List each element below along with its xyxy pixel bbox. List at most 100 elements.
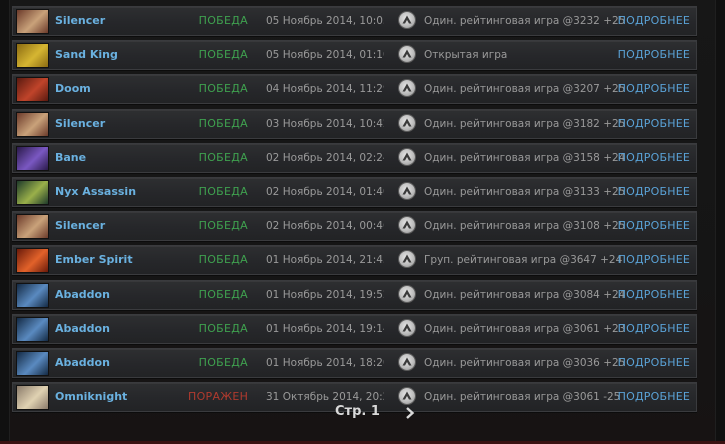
ember-spirit-portrait-icon xyxy=(16,248,49,274)
game-mode: Один. рейтинговая игра @3084 +24 xyxy=(424,288,626,301)
match-result: ПОБЕДА xyxy=(198,150,248,164)
details-link[interactable]: ПОДРОБНЕЕ xyxy=(618,281,690,309)
abaddon-portrait-icon xyxy=(16,350,49,376)
details-link[interactable]: ПОДРОБНЕЕ xyxy=(618,144,690,172)
details-link[interactable]: ПОДРОБНЕЕ xyxy=(618,246,690,274)
match-row[interactable]: Silencer ПОБЕДА 02 Ноябрь 2014, 00:46:3 Оди… xyxy=(12,211,697,242)
silencer-portrait-icon xyxy=(16,214,49,240)
match-result: ПОБЕДА xyxy=(198,116,248,130)
hero-name[interactable]: Silencer xyxy=(55,110,105,138)
game-mode-icon xyxy=(399,217,415,234)
hero-name[interactable]: Nyx Assassin xyxy=(55,178,136,206)
match-row[interactable]: Bane ПОБЕДА 02 Ноябрь 2014, 02:24:3 Один. р… xyxy=(12,142,697,173)
game-mode: Открытая игра xyxy=(424,49,508,62)
hero-name[interactable]: Omniknight xyxy=(55,383,127,411)
match-result: ПОБЕДА xyxy=(198,48,248,62)
silencer-portrait-icon xyxy=(16,111,49,137)
match-row[interactable]: Silencer ПОБЕДА 03 Ноябрь 2014, 10:42:3 Оди… xyxy=(12,108,697,139)
page-label: Стр. 1 xyxy=(335,404,380,419)
match-date: 05 Ноябрь 2014, 10:05:2 xyxy=(266,15,384,27)
match-date: 01 Ноябрь 2014, 19:52:4 xyxy=(266,288,384,301)
game-mode-icon xyxy=(399,182,415,199)
game-mode: Один. рейтинговая игра @3108 +25 xyxy=(424,220,626,233)
details-link[interactable]: ПОДРОБНЕЕ xyxy=(618,383,690,411)
doom-portrait-icon xyxy=(16,77,49,103)
match-row[interactable]: Doom ПОБЕДА 04 Ноябрь 2014, 11:29:3 Один. р… xyxy=(12,74,697,105)
match-date: 01 Ноябрь 2014, 19:14:5 xyxy=(266,322,384,335)
game-mode: Один. рейтинговая игра @3207 +25 xyxy=(424,83,626,96)
match-date: 05 Ноябрь 2014, 01:10:5 xyxy=(266,49,384,62)
match-row[interactable]: Nyx Assassin ПОБЕДА 02 Ноябрь 2014, 01:40:… xyxy=(12,176,697,207)
hero-name[interactable]: Silencer xyxy=(55,212,105,240)
hero-name[interactable]: Abaddon xyxy=(55,349,110,377)
abaddon-portrait-icon xyxy=(16,316,49,342)
sand-king-portrait-icon xyxy=(16,43,49,69)
hero-name[interactable]: Abaddon xyxy=(55,281,110,309)
match-row[interactable]: Abaddon ПОБЕДА 01 Ноябрь 2014, 19:52:4 Один… xyxy=(12,279,697,310)
game-mode-icon xyxy=(399,251,415,268)
game-mode-icon xyxy=(399,12,415,28)
match-result: ПОБЕДА xyxy=(198,321,248,335)
match-history-panel: Silencer ПОБЕДА 05 Ноябрь 2014, 10:05:2 Оди… xyxy=(0,0,725,444)
game-mode: Один. рейтинговая игра @3061 -25 xyxy=(424,391,621,404)
details-link[interactable]: ПОДРОБНЕЕ xyxy=(618,75,690,103)
match-result: ПОБЕДА xyxy=(198,82,248,96)
next-page-button[interactable] xyxy=(404,407,416,419)
match-result: ПОБЕДА xyxy=(198,184,248,198)
right-border xyxy=(715,0,725,444)
match-row[interactable]: Abaddon ПОБЕДА 01 Ноябрь 2014, 19:14:5 Один… xyxy=(12,313,697,344)
match-row[interactable]: Ember Spirit ПОБЕДА 01 Ноябрь 2014, 21:43:… xyxy=(12,245,697,276)
match-result: ПОБЕДА xyxy=(198,14,248,27)
match-row[interactable]: Silencer ПОБЕДА 05 Ноябрь 2014, 10:05:2 Оди… xyxy=(12,6,697,36)
game-mode-icon xyxy=(399,46,415,63)
bane-portrait-icon xyxy=(16,145,49,171)
details-link[interactable]: ПОДРОБНЕЕ xyxy=(618,7,690,35)
match-result: ПОБЕДА xyxy=(198,253,248,267)
hero-name[interactable]: Ember Spirit xyxy=(55,246,133,274)
match-result: ПОБЕДА xyxy=(198,219,248,233)
match-result: ПОБЕДА xyxy=(198,355,248,369)
chevron-right-icon xyxy=(406,407,415,419)
left-border xyxy=(0,0,10,444)
silencer-portrait-icon xyxy=(16,9,49,34)
game-mode: Один. рейтинговая игра @3158 +24 xyxy=(424,151,626,164)
hero-name[interactable]: Abaddon xyxy=(55,315,110,343)
match-date: 01 Ноябрь 2014, 18:20:2 xyxy=(266,356,384,369)
game-mode-icon xyxy=(399,388,415,405)
match-date: 03 Ноябрь 2014, 10:42:3 xyxy=(266,117,384,130)
game-mode-icon xyxy=(399,353,415,370)
match-date: 01 Ноябрь 2014, 21:43:5 xyxy=(266,254,384,267)
nyx-assassin-portrait-icon xyxy=(16,179,49,205)
details-link[interactable]: ПОДРОБНЕЕ xyxy=(618,315,690,343)
game-mode-icon xyxy=(399,114,415,131)
hero-name[interactable]: Sand King xyxy=(55,41,118,69)
details-link[interactable]: ПОДРОБНЕЕ xyxy=(618,212,690,240)
abaddon-portrait-icon xyxy=(16,282,49,308)
match-row[interactable]: Sand King ПОБЕДА 05 Ноябрь 2014, 01:10:5 От… xyxy=(12,40,697,71)
match-result: ПОБЕДА xyxy=(198,287,248,301)
hero-name[interactable]: Bane xyxy=(55,144,86,172)
game-mode-icon xyxy=(399,319,415,336)
game-mode: Груп. рейтинговая игра @3647 +24 xyxy=(424,254,623,267)
match-result: ПОРАЖЕНИ xyxy=(188,390,248,404)
game-mode: Один. рейтинговая игра @3036 +25 xyxy=(424,356,626,369)
match-row[interactable]: Abaddon ПОБЕДА 01 Ноябрь 2014, 18:20:2 Один… xyxy=(12,347,697,378)
hero-name[interactable]: Doom xyxy=(55,75,91,103)
game-mode: Один. рейтинговая игра @3182 +25 xyxy=(424,117,626,130)
details-link[interactable]: ПОДРОБНЕЕ xyxy=(618,110,690,138)
details-link[interactable]: ПОДРОБНЕЕ xyxy=(618,41,690,69)
game-mode-icon xyxy=(399,148,415,165)
match-date: 02 Ноябрь 2014, 00:46:3 xyxy=(266,220,384,233)
match-date: 02 Ноябрь 2014, 02:24:3 xyxy=(266,151,384,164)
game-mode: Один. рейтинговая игра @3232 +25 xyxy=(424,15,626,27)
match-date: 02 Ноябрь 2014, 01:40:4 xyxy=(266,185,384,198)
omniknight-portrait-icon xyxy=(16,385,49,411)
match-list: Silencer ПОБЕДА 05 Ноябрь 2014, 10:05:2 Оди… xyxy=(12,6,697,416)
hero-name[interactable]: Silencer xyxy=(55,7,105,35)
details-link[interactable]: ПОДРОБНЕЕ xyxy=(618,178,690,206)
details-link[interactable]: ПОДРОБНЕЕ xyxy=(618,349,690,377)
game-mode: Один. рейтинговая игра @3133 +25 xyxy=(424,185,626,198)
game-mode-icon xyxy=(399,285,415,302)
game-mode-icon xyxy=(399,80,415,97)
game-mode: Один. рейтинговая игра @3061 +23 xyxy=(424,322,626,335)
